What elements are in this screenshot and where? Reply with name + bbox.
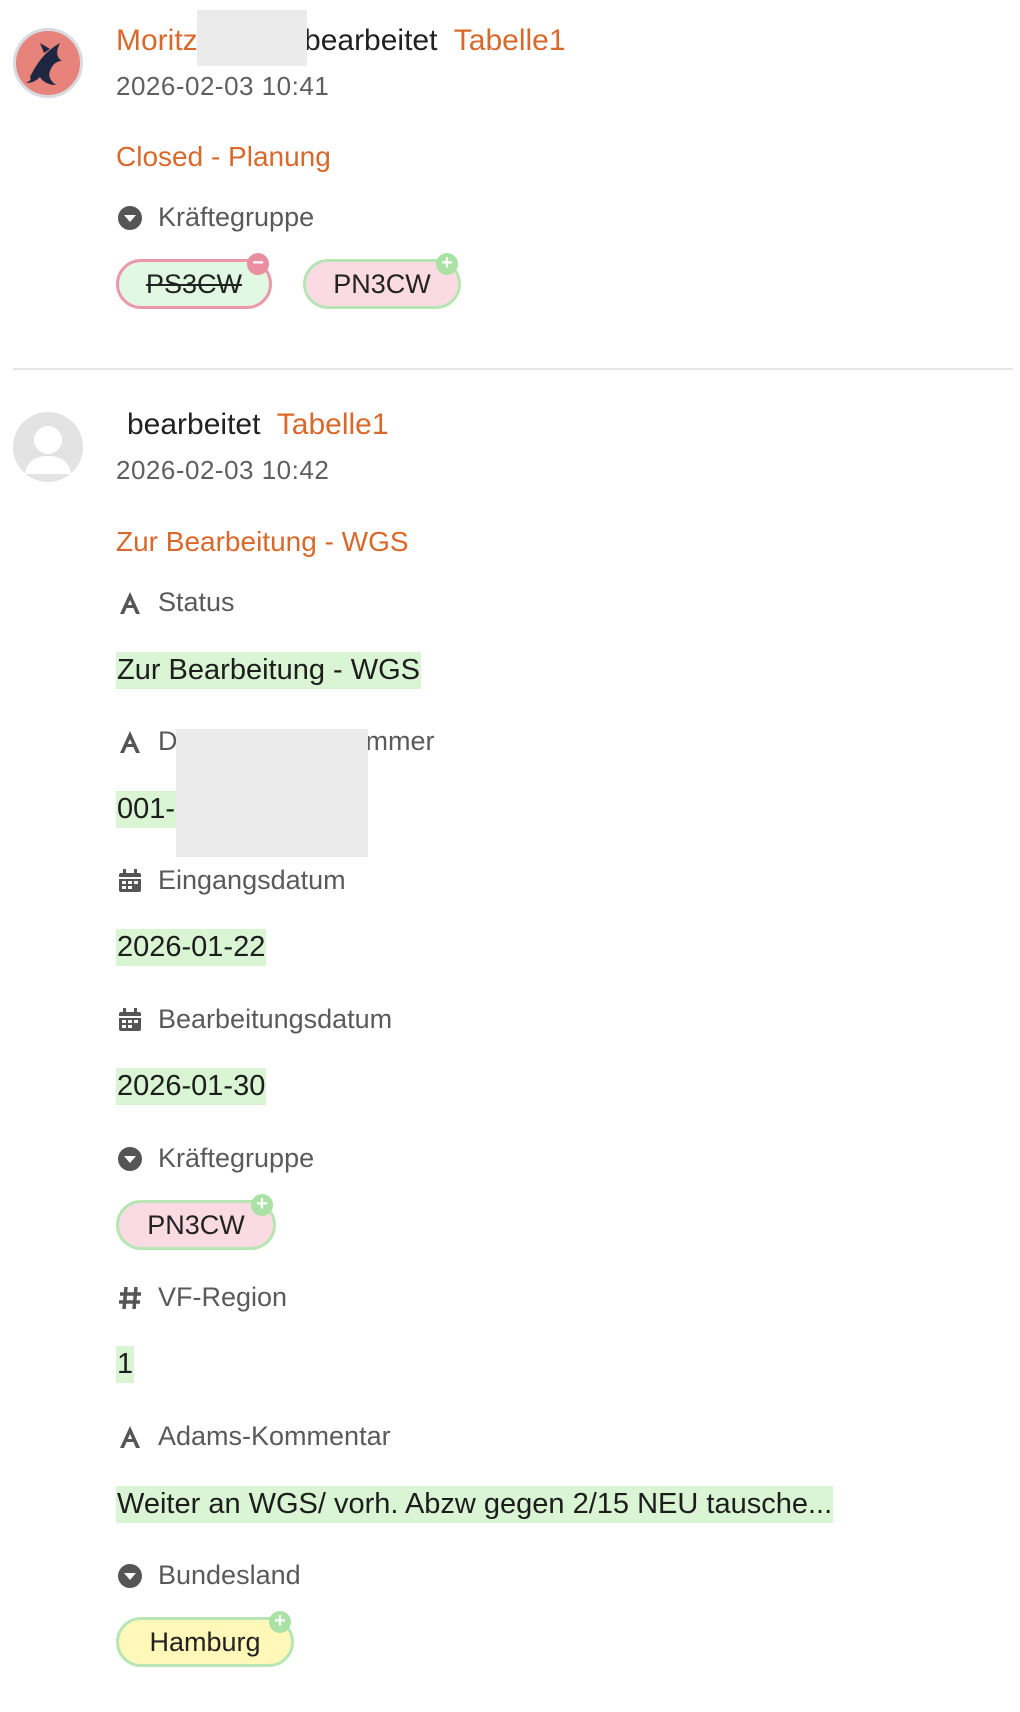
field-value-status: Zur Bearbeitung - WGS (116, 652, 421, 689)
added-option-text: PN3CW (333, 268, 431, 299)
field-label-adams-kommentar: Adams-Kommentar (116, 1421, 391, 1452)
field-value-eingangsdatum: 2026-01-22 (116, 929, 267, 966)
table-link[interactable]: Tabelle1 (454, 24, 566, 57)
table-link[interactable]: Tabelle1 (277, 408, 389, 441)
redacted-block (197, 10, 307, 66)
user-placeholder-icon (25, 426, 71, 474)
field-value-bearbeitungsdatum: 2026-01-30 (116, 1068, 267, 1105)
text-icon (116, 1423, 144, 1451)
row-title[interactable]: Closed - Planung (116, 141, 331, 173)
added-option-text: PN3CW (147, 1209, 245, 1240)
hash-icon (116, 1284, 144, 1312)
field-label-bundesland: Bundesland (116, 1560, 301, 1591)
minus-icon: − (247, 253, 269, 275)
field-label-vf-region: VF-Region (116, 1282, 287, 1313)
chevron-circle-icon (116, 1562, 144, 1590)
timestamp: 2026-02-03 10:42 (116, 455, 330, 485)
added-option-pill: PN3CW + (116, 1194, 276, 1250)
chevron-circle-icon (116, 204, 144, 232)
field-value-adams-kommentar: Weiter an WGS/ vorh. Abzw gegen 2/15 NEU… (116, 1486, 834, 1523)
field-label-eingangsdatum: Eingangsdatum (116, 865, 346, 896)
field-value-redacted: 001- (116, 791, 177, 828)
calendar-icon (116, 867, 144, 895)
timestamp: 2026-02-03 10:41 (116, 71, 330, 101)
chevron-circle-icon (116, 1145, 144, 1173)
plus-icon: + (436, 253, 458, 275)
removed-option-text: PS3CW (145, 268, 243, 299)
user-avatar[interactable] (13, 28, 83, 98)
entry-header: Moritzr bearbeitet Tabelle1 (116, 24, 566, 58)
calendar-icon (116, 1006, 144, 1034)
field-label-status: Status (116, 587, 235, 618)
removed-option-pill: PS3CW − (116, 253, 272, 309)
field-value-vf-region: 1 (116, 1346, 135, 1383)
redacted-block (176, 729, 368, 857)
user-avatar-default[interactable] (13, 412, 83, 482)
field-label-kraeftegruppe: Kräftegruppe (116, 202, 314, 233)
row-title[interactable]: Zur Bearbeitung - WGS (116, 526, 409, 558)
entry-divider (13, 368, 1013, 370)
plus-icon: + (251, 1194, 273, 1216)
text-icon (116, 728, 144, 756)
added-option-pill: Hamburg + (116, 1611, 294, 1667)
entry-header: bearbeitet Tabelle1 (127, 408, 389, 442)
field-label-bearbeitungsdatum: Bearbeitungsdatum (116, 1004, 392, 1035)
added-option-text: Hamburg (149, 1626, 261, 1657)
plus-icon: + (269, 1611, 291, 1633)
added-option-pill: PN3CW + (303, 253, 461, 309)
action-text: bearbeitet (304, 24, 438, 57)
action-text: bearbeitet (127, 408, 261, 441)
user-name-link[interactable]: Moritz (116, 24, 198, 57)
shark-avatar-icon (26, 43, 62, 85)
text-icon (116, 589, 144, 617)
field-label-kraeftegruppe: Kräftegruppe (116, 1143, 314, 1174)
